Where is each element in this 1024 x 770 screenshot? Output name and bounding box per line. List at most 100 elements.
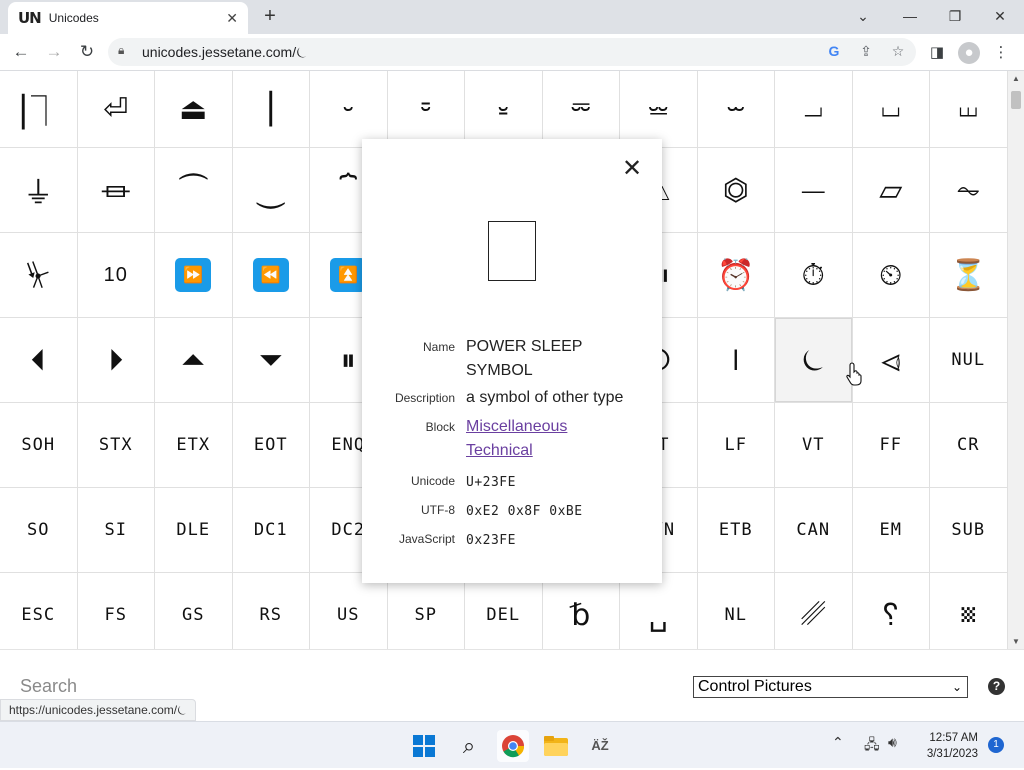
network-icon[interactable]: 🖧︎ bbox=[864, 734, 880, 758]
chevron-up-icon[interactable]: ⌃ bbox=[832, 734, 844, 751]
unicode-cell[interactable]: ⏲ bbox=[852, 233, 930, 318]
unicode-cell[interactable]: SOH bbox=[0, 403, 78, 488]
minimize-button[interactable]: — bbox=[895, 2, 925, 30]
tab-search-chevron-icon[interactable]: ⌄ bbox=[848, 2, 878, 30]
scroll-down-icon[interactable]: ▼ bbox=[1012, 637, 1020, 646]
unicode-cell[interactable]: ␦ bbox=[853, 573, 930, 649]
scrollbar-thumb[interactable] bbox=[1011, 91, 1021, 109]
page-scrollbar[interactable]: ▲ ▼ bbox=[1008, 71, 1024, 649]
volume-icon[interactable]: 🔊︎ bbox=[888, 734, 897, 751]
unicode-cell[interactable]: ⏴ bbox=[0, 318, 78, 403]
unicode-cell[interactable]: ␢ bbox=[543, 573, 620, 649]
unicode-cell[interactable]: ⏰ bbox=[697, 233, 775, 318]
file-explorer-icon[interactable] bbox=[540, 730, 572, 762]
unicode-cell[interactable]: ⏒ bbox=[387, 71, 465, 148]
unicode-cell[interactable]: ⏓ bbox=[465, 71, 543, 148]
unicode-cell[interactable]: ⏿ bbox=[852, 318, 930, 403]
tab-unicodes[interactable]: UN Unicodes ✕ bbox=[8, 2, 248, 34]
back-button[interactable]: ← bbox=[8, 39, 34, 65]
unicode-cell[interactable]: SI bbox=[77, 488, 155, 573]
tray-clock[interactable]: 12:57 AM 3/31/2023 bbox=[918, 730, 978, 762]
unicode-cell[interactable]: ⏧ bbox=[0, 233, 78, 318]
unicode-cell[interactable]: FS bbox=[78, 573, 155, 649]
unicode-cell[interactable]: SP bbox=[388, 573, 465, 649]
unicode-cell[interactable]: 10 bbox=[77, 233, 155, 318]
character-map-icon[interactable]: ÄŽ bbox=[584, 730, 616, 762]
close-window-button[interactable]: ✕ bbox=[985, 2, 1015, 30]
address-bar[interactable]: 🔒︎ unicodes.jessetane.com/⏾ G ⇪ ☆ bbox=[108, 38, 916, 66]
unicode-cell[interactable]: ⎮⏋ bbox=[0, 71, 78, 148]
restore-button[interactable]: ❐ bbox=[940, 2, 970, 30]
unicode-cell[interactable]: CR bbox=[930, 403, 1008, 488]
unicode-cell[interactable]: ⎮ bbox=[232, 71, 310, 148]
unicode-cell[interactable]: ⏚ bbox=[0, 148, 78, 233]
unicode-cell[interactable]: EM bbox=[852, 488, 930, 573]
unicode-cell[interactable]: ⏶ bbox=[155, 318, 233, 403]
unicode-cell[interactable]: NL bbox=[698, 573, 775, 649]
unicode-cell[interactable]: SO bbox=[0, 488, 78, 573]
unicode-cell[interactable]: US bbox=[310, 573, 388, 649]
unicode-cell[interactable]: ␥ bbox=[775, 573, 853, 649]
unicode-cell[interactable]: ⏤ bbox=[775, 148, 853, 233]
unicode-cell[interactable]: ⏕ bbox=[620, 71, 698, 148]
block-link[interactable]: Miscellaneous Technical bbox=[466, 418, 567, 459]
unicode-cell[interactable]: LF bbox=[697, 403, 775, 488]
reload-button[interactable]: ↻ bbox=[74, 39, 100, 65]
unicode-cell[interactable]: DEL bbox=[465, 573, 543, 649]
unicode-cell[interactable]: CAN bbox=[775, 488, 853, 573]
unicode-cell[interactable]: ⏣ bbox=[697, 148, 775, 233]
unicode-cell[interactable]: ⏝ bbox=[232, 148, 310, 233]
close-icon[interactable]: ✕ bbox=[620, 156, 644, 180]
unicode-cell[interactable]: ⏛ bbox=[77, 148, 155, 233]
search-icon[interactable]: ⌕ bbox=[453, 730, 485, 762]
side-panel-icon[interactable]: ◨ bbox=[926, 42, 948, 64]
unicode-cell[interactable]: ␧ bbox=[930, 573, 1008, 649]
unicode-cell[interactable]: ⏱ bbox=[775, 233, 853, 318]
new-tab-button[interactable]: + bbox=[258, 4, 282, 28]
unicode-cell[interactable]: ⏑ bbox=[310, 71, 388, 148]
unicode-cell[interactable]: ⏩ bbox=[155, 233, 233, 318]
unicode-cell[interactable]: DLE bbox=[155, 488, 233, 573]
menu-kebab-icon[interactable]: ⋮ bbox=[990, 42, 1012, 64]
help-button[interactable]: ? bbox=[988, 678, 1005, 695]
unicode-cell[interactable]: ⏗ bbox=[775, 71, 853, 148]
forward-button[interactable]: → bbox=[41, 39, 67, 65]
unicode-cell[interactable]: ⏷ bbox=[232, 318, 310, 403]
unicode-cell[interactable]: ESC bbox=[0, 573, 78, 649]
block-select[interactable]: Control Pictures ⌄ bbox=[693, 676, 968, 698]
unicode-cell[interactable]: FF bbox=[852, 403, 930, 488]
windows-start-icon[interactable] bbox=[408, 730, 440, 762]
unicode-cell[interactable]: EOT bbox=[232, 403, 310, 488]
unicode-cell[interactable]: NUL bbox=[930, 318, 1008, 403]
unicode-cell[interactable]: ⏪ bbox=[232, 233, 310, 318]
unicode-cell[interactable]: ⏽ bbox=[697, 318, 775, 403]
share-icon[interactable]: ⇪ bbox=[856, 43, 876, 61]
unicode-cell[interactable]: RS bbox=[233, 573, 310, 649]
unicode-cell[interactable]: GS bbox=[155, 573, 233, 649]
unicode-cell[interactable]: ⏳ bbox=[930, 233, 1008, 318]
profile-avatar-icon[interactable]: ● bbox=[958, 42, 980, 64]
notification-badge[interactable]: 1 bbox=[988, 737, 1004, 753]
search-input[interactable] bbox=[12, 672, 412, 700]
scroll-up-icon[interactable]: ▲ bbox=[1012, 74, 1020, 83]
unicode-cell[interactable]: ␣ bbox=[620, 573, 698, 649]
unicode-cell[interactable]: DC1 bbox=[232, 488, 310, 573]
unicode-cell[interactable]: SUB bbox=[930, 488, 1008, 573]
unicode-cell[interactable]: ⏎ bbox=[77, 71, 155, 148]
unicode-cell[interactable]: ETB bbox=[697, 488, 775, 573]
unicode-cell[interactable]: ⏏ bbox=[155, 71, 233, 148]
google-lens-icon[interactable]: G bbox=[824, 43, 844, 61]
unicode-cell[interactable]: STX bbox=[77, 403, 155, 488]
unicode-cell[interactable]: ⏘ bbox=[852, 71, 930, 148]
unicode-cell[interactable]: ETX bbox=[155, 403, 233, 488]
bookmark-star-icon[interactable]: ☆ bbox=[888, 43, 908, 61]
unicode-cell[interactable]: ⏖ bbox=[697, 71, 775, 148]
chrome-icon[interactable] bbox=[497, 730, 529, 762]
unicode-cell[interactable]: ⏥ bbox=[852, 148, 930, 233]
unicode-cell[interactable]: ⏦ bbox=[930, 148, 1008, 233]
unicode-cell[interactable]: VT bbox=[775, 403, 853, 488]
unicode-cell[interactable]: ⏔ bbox=[542, 71, 620, 148]
unicode-cell[interactable]: ⏜ bbox=[155, 148, 233, 233]
unicode-cell[interactable]: ⏙ bbox=[930, 71, 1008, 148]
tab-close-icon[interactable]: ✕ bbox=[226, 10, 238, 27]
